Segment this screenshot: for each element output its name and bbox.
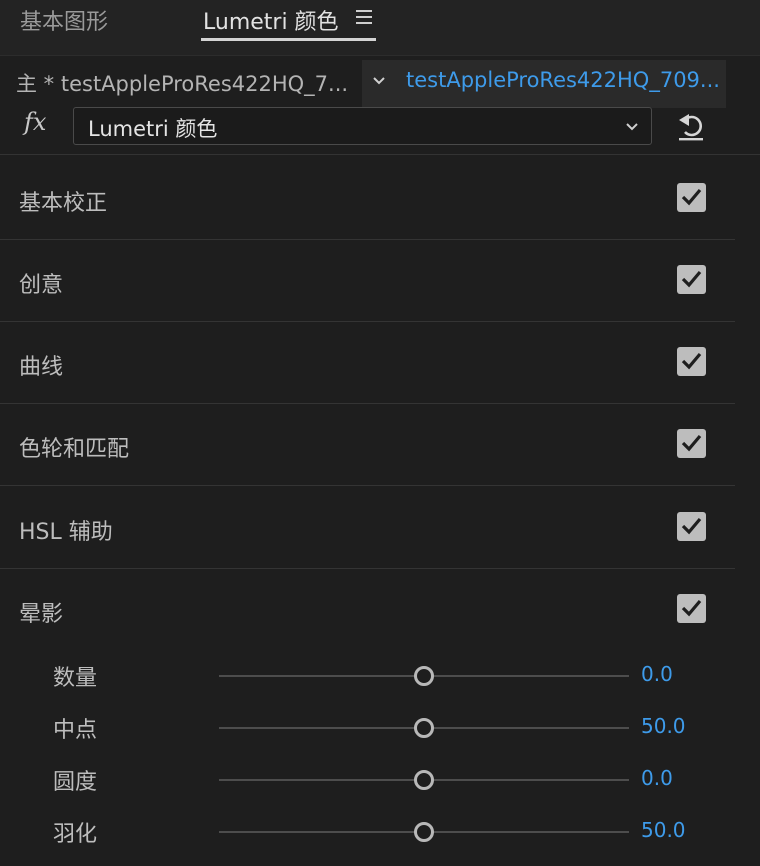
hamburger-menu-icon[interactable] xyxy=(356,9,374,25)
section-creative[interactable]: 创意 xyxy=(0,240,735,322)
section-label: 创意 xyxy=(19,273,64,298)
section-basic-correction[interactable]: 基本校正 xyxy=(0,158,735,240)
section-hsl-secondary[interactable]: HSL 辅助 xyxy=(0,487,735,569)
feather-value[interactable]: 50.0 xyxy=(641,818,686,842)
effect-dropdown-value: Lumetri 颜色 xyxy=(88,117,218,141)
param-row-amount: 数量 0.0 xyxy=(0,650,735,702)
param-label: 圆度 xyxy=(53,770,98,795)
section-enable-checkbox[interactable] xyxy=(677,347,706,376)
chevron-down-icon[interactable] xyxy=(372,74,386,88)
slider-thumb[interactable] xyxy=(414,666,434,686)
roundness-slider[interactable] xyxy=(219,768,629,792)
source-clip-row: 主 * testAppleProRes422HQ_7... testAppleP… xyxy=(0,56,760,108)
fx-icon[interactable]: fx xyxy=(24,108,46,136)
midpoint-value[interactable]: 50.0 xyxy=(641,714,686,738)
checkmark-icon xyxy=(681,599,702,617)
section-enable-checkbox[interactable] xyxy=(677,183,706,212)
section-label: HSL 辅助 xyxy=(19,520,113,545)
active-tab-indicator xyxy=(201,38,376,41)
effect-row: fx Lumetri 颜色 xyxy=(0,104,760,156)
section-color-wheels-match[interactable]: 色轮和匹配 xyxy=(0,404,735,486)
feather-slider[interactable] xyxy=(219,820,629,844)
effect-dropdown[interactable]: Lumetri 颜色 xyxy=(73,107,652,145)
param-row-feather: 羽化 50.0 xyxy=(0,806,735,858)
lumetri-color-panel: 基本图形 Lumetri 颜色 主 * testAppleProRes422HQ… xyxy=(0,0,760,866)
checkmark-icon xyxy=(681,352,702,370)
param-row-midpoint: 中点 50.0 xyxy=(0,702,735,754)
checkmark-icon xyxy=(681,270,702,288)
section-enable-checkbox[interactable] xyxy=(677,429,706,458)
section-enable-checkbox[interactable] xyxy=(677,512,706,541)
midpoint-slider[interactable] xyxy=(219,716,629,740)
param-label: 羽化 xyxy=(53,822,98,847)
master-clip-label[interactable]: 主 * testAppleProRes422HQ_7... xyxy=(16,68,348,98)
section-vignette[interactable]: 晕影 xyxy=(0,569,735,651)
clip-selector[interactable]: testAppleProRes422HQ_709... xyxy=(362,60,726,108)
chevron-down-icon xyxy=(626,123,638,131)
slider-thumb[interactable] xyxy=(414,718,434,738)
tab-lumetri-color[interactable]: Lumetri 颜色 xyxy=(203,4,339,36)
section-label: 基本校正 xyxy=(19,191,108,216)
reset-icon[interactable] xyxy=(676,108,706,142)
slider-thumb[interactable] xyxy=(414,770,434,790)
section-label: 晕影 xyxy=(19,602,64,627)
param-label: 中点 xyxy=(53,718,98,743)
slider-thumb[interactable] xyxy=(414,822,434,842)
section-label: 曲线 xyxy=(19,355,64,380)
section-enable-checkbox[interactable] xyxy=(677,265,706,294)
param-row-roundness: 圆度 0.0 xyxy=(0,754,735,806)
panel-tab-bar: 基本图形 Lumetri 颜色 xyxy=(0,0,760,56)
divider xyxy=(0,154,760,155)
section-curves[interactable]: 曲线 xyxy=(0,322,735,404)
amount-value[interactable]: 0.0 xyxy=(641,662,673,686)
checkmark-icon xyxy=(681,434,702,452)
section-enable-checkbox[interactable] xyxy=(677,594,706,623)
param-label: 数量 xyxy=(53,666,98,691)
checkmark-icon xyxy=(681,188,702,206)
clip-name-link[interactable]: testAppleProRes422HQ_709... xyxy=(406,68,720,92)
amount-slider[interactable] xyxy=(219,664,629,688)
section-label: 色轮和匹配 xyxy=(19,437,130,462)
tab-essential-graphics[interactable]: 基本图形 xyxy=(20,4,108,36)
roundness-value[interactable]: 0.0 xyxy=(641,766,673,790)
checkmark-icon xyxy=(681,517,702,535)
